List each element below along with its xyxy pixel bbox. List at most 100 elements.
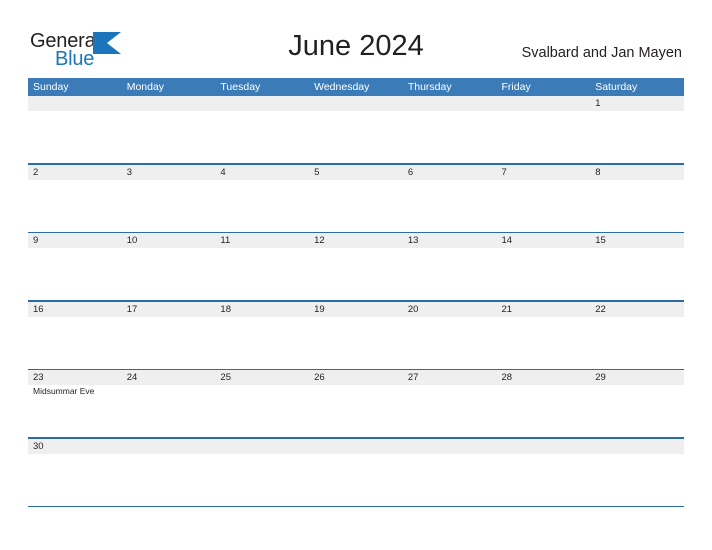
day-cell-4[interactable] <box>215 180 309 232</box>
week-event-band <box>28 316 684 369</box>
date-number-23[interactable]: 23 <box>28 370 122 385</box>
date-number-9[interactable]: 9 <box>28 233 122 248</box>
date-number-13[interactable]: 13 <box>403 233 497 248</box>
date-number-11[interactable]: 11 <box>215 233 309 248</box>
calendar-week-row: 16 17 18 19 20 21 22 <box>28 301 684 369</box>
date-number-empty <box>28 96 122 111</box>
day-cell-2[interactable] <box>28 180 122 232</box>
date-number-29[interactable]: 29 <box>590 370 684 385</box>
day-cell-empty <box>122 454 216 506</box>
day-header-tuesday: Tuesday <box>220 81 261 93</box>
date-number-12[interactable]: 12 <box>309 233 403 248</box>
date-number-5[interactable]: 5 <box>309 165 403 180</box>
date-number-22[interactable]: 22 <box>590 302 684 317</box>
date-number-empty <box>122 439 216 454</box>
event-label: Midsummar Eve <box>33 386 95 396</box>
date-number-1[interactable]: 1 <box>590 96 684 111</box>
week-date-number-band: 9 10 11 12 13 14 15 <box>28 233 684 248</box>
date-number-2[interactable]: 2 <box>28 165 122 180</box>
date-number-25[interactable]: 25 <box>215 370 309 385</box>
day-cell-24[interactable] <box>122 385 216 437</box>
day-cell-19[interactable] <box>309 317 403 369</box>
day-cell-30[interactable] <box>28 454 122 506</box>
date-number-14[interactable]: 14 <box>497 233 591 248</box>
date-number-26[interactable]: 26 <box>309 370 403 385</box>
day-header-thursday: Thursday <box>407 81 452 93</box>
date-number-4[interactable]: 4 <box>215 165 309 180</box>
day-cell-7[interactable] <box>497 180 591 232</box>
calendar-week-row: 9 10 11 12 13 14 15 <box>28 233 684 300</box>
week-event-band <box>28 179 684 232</box>
region-subtitle: Svalbard and Jan Mayen <box>521 45 682 61</box>
day-cell-8[interactable] <box>590 180 684 232</box>
day-cell-28[interactable] <box>497 385 591 437</box>
day-cell-11[interactable] <box>215 248 309 300</box>
date-number-18[interactable]: 18 <box>215 302 309 317</box>
day-header-monday: Monday <box>126 81 165 93</box>
day-cell-13[interactable] <box>403 248 497 300</box>
day-cell-18[interactable] <box>215 317 309 369</box>
date-number-empty <box>497 96 591 111</box>
day-cell-16[interactable] <box>28 317 122 369</box>
day-cell-29[interactable] <box>590 385 684 437</box>
day-cell-25[interactable] <box>215 385 309 437</box>
date-number-19[interactable]: 19 <box>309 302 403 317</box>
day-cell-1[interactable] <box>590 111 684 163</box>
day-cell-6[interactable] <box>403 180 497 232</box>
date-number-28[interactable]: 28 <box>497 370 591 385</box>
date-number-20[interactable]: 20 <box>403 302 497 317</box>
day-cell-27[interactable] <box>403 385 497 437</box>
date-number-30[interactable]: 30 <box>28 439 122 454</box>
date-number-empty <box>215 96 309 111</box>
day-cell-empty <box>497 111 591 163</box>
day-header-wednesday: Wednesday <box>314 81 370 93</box>
day-cell-26[interactable] <box>309 385 403 437</box>
week-date-number-band: 2345678 <box>28 164 684 180</box>
day-header-saturday: Saturday <box>595 81 638 93</box>
date-number-3[interactable]: 3 <box>122 165 216 180</box>
date-number-empty <box>497 439 591 454</box>
date-number-empty <box>215 439 309 454</box>
day-cell-15[interactable] <box>590 248 684 300</box>
week-separator <box>28 505 684 507</box>
calendar-grid: Sunday Monday Tuesday Wednesday Thursday Frid… <box>28 78 684 507</box>
day-cell-10[interactable] <box>122 248 216 300</box>
day-header-sunday: Sunday <box>33 81 69 93</box>
calendar-week-row: 23 24 25 26 27 28 29 Midsummar Eve <box>28 370 684 437</box>
week-event-band: Midsummar Eve <box>28 385 684 437</box>
week-event-band <box>28 248 684 300</box>
calendar-week-row: 30 <box>28 438 684 506</box>
week-date-number-band: 30 <box>28 438 684 454</box>
date-number-24[interactable]: 24 <box>122 370 216 385</box>
date-number-16[interactable]: 16 <box>28 302 122 317</box>
day-cell-5[interactable] <box>309 180 403 232</box>
date-number-empty <box>122 96 216 111</box>
date-number-7[interactable]: 7 <box>497 165 591 180</box>
day-cell-empty <box>309 454 403 506</box>
day-cell-3[interactable] <box>122 180 216 232</box>
day-cell-12[interactable] <box>309 248 403 300</box>
day-cell-14[interactable] <box>497 248 591 300</box>
day-header-friday: Friday <box>501 81 531 93</box>
date-number-6[interactable]: 6 <box>403 165 497 180</box>
date-number-17[interactable]: 17 <box>122 302 216 317</box>
day-cell-17[interactable] <box>122 317 216 369</box>
day-cell-21[interactable] <box>497 317 591 369</box>
calendar-week-row: 1 <box>28 96 684 163</box>
day-cell-empty <box>403 111 497 163</box>
day-cell-empty <box>309 111 403 163</box>
day-cell-20[interactable] <box>403 317 497 369</box>
date-number-empty <box>590 439 684 454</box>
date-number-empty <box>403 439 497 454</box>
date-number-21[interactable]: 21 <box>497 302 591 317</box>
page-header: General Blue June 2024 Svalbard and Jan … <box>0 0 712 78</box>
day-cell-22[interactable] <box>590 317 684 369</box>
date-number-15[interactable]: 15 <box>590 233 684 248</box>
day-cell-23[interactable]: Midsummar Eve <box>28 385 122 437</box>
date-number-10[interactable]: 10 <box>122 233 216 248</box>
date-number-8[interactable]: 8 <box>590 165 684 180</box>
calendar-page: General Blue June 2024 Svalbard and Jan … <box>0 0 712 550</box>
week-event-band <box>28 111 684 163</box>
day-cell-9[interactable] <box>28 248 122 300</box>
date-number-27[interactable]: 27 <box>403 370 497 385</box>
